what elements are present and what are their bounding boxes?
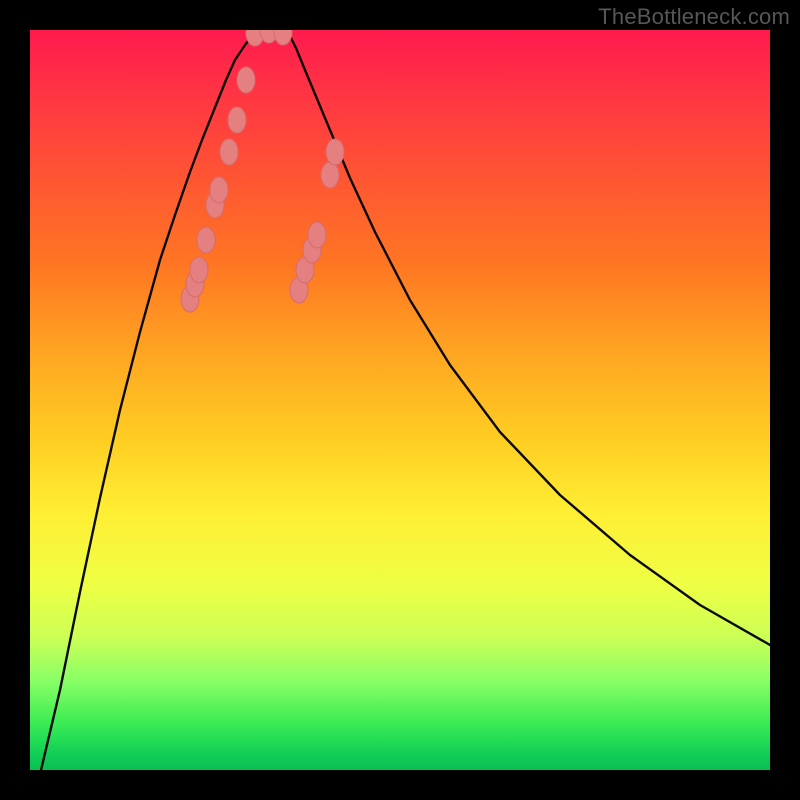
- marker-left-markers: [190, 257, 208, 283]
- plot-area: [30, 30, 770, 770]
- chart-frame: TheBottleneck.com: [0, 0, 800, 800]
- marker-group: [181, 30, 344, 312]
- marker-left-markers: [237, 67, 255, 93]
- marker-right-markers: [308, 222, 326, 248]
- series-right-curve: [288, 32, 770, 645]
- chart-svg: [30, 30, 770, 770]
- watermark-text: TheBottleneck.com: [598, 4, 790, 30]
- marker-left-markers: [228, 107, 246, 133]
- marker-right-markers: [326, 139, 344, 165]
- marker-left-markers: [220, 139, 238, 165]
- marker-right-markers: [321, 162, 339, 188]
- marker-left-markers: [210, 177, 228, 203]
- curve-group: [41, 32, 770, 770]
- marker-left-markers: [197, 227, 215, 253]
- marker-bottom-markers: [274, 30, 292, 45]
